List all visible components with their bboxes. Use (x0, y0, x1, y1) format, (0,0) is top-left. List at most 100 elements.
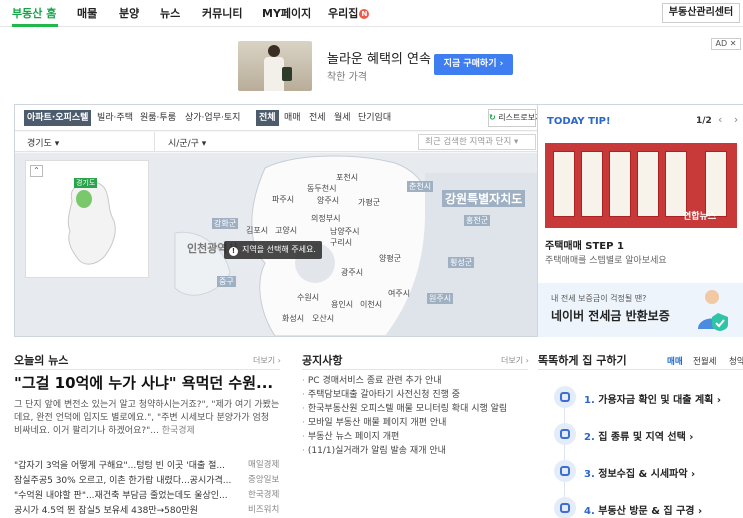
today-tip-card-desc: 주택매매를 스텝별로 알아보세요 (545, 256, 667, 266)
map-label-hwaseong[interactable]: 화성시 (282, 313, 304, 324)
notice-item[interactable]: 부동산 뉴스 페이지 개편 (302, 429, 528, 443)
nav-news[interactable]: 뉴스 (160, 5, 180, 21)
map-label-gwangju[interactable]: 광주시 (341, 267, 363, 278)
step-icon (554, 386, 576, 408)
map-label-paju[interactable]: 파주시 (272, 194, 294, 205)
notice-divider (302, 369, 528, 370)
map-label-gangwon[interactable]: 강원특별자치도 (442, 190, 526, 207)
notice-item[interactable]: 한국부동산원 오피스텔 매물 모니터링 확대 시행 알림 (302, 401, 528, 415)
map-label-dongducheon[interactable]: 동두천시 (307, 183, 336, 194)
nav-myhome[interactable]: 우리집 N (328, 5, 370, 21)
tab-villa-house[interactable]: 빌라·주택 (97, 110, 133, 126)
realestate-center-button[interactable]: 부동산관리센터 (662, 3, 740, 23)
ad-buy-button[interactable]: 지금 구매하기 › (434, 54, 513, 75)
ad-photo (238, 41, 312, 91)
notice-item[interactable]: 모바일 부동산 매물 페이지 개편 안내 (302, 415, 528, 429)
map-label-suwon[interactable]: 수원시 (297, 292, 319, 303)
nav-mypage[interactable]: MY페이지 (262, 5, 311, 21)
notice-item[interactable]: 주택담보대출 갈아타기 사전신청 진행 중 (302, 387, 528, 401)
news-item[interactable]: 잠실주공5 30% 오르고, 이촌 한가람 내렸다...공시가격... 중앙일보 (14, 473, 280, 488)
sale-sign-card (705, 151, 727, 217)
nav-presale[interactable]: 분양 (119, 5, 139, 21)
map-label-yangpyeong[interactable]: 양평군 (379, 253, 401, 264)
jeonse-guarantee-banner[interactable]: 내 전세 보증금이 걱정될 땐? 네이버 전세금 반환보증 (538, 283, 743, 337)
active-tab-indicator (12, 24, 58, 27)
tab-deal-all[interactable]: 전체 (256, 110, 279, 126)
today-tip-page: 1/2 (696, 116, 712, 126)
map-label-yangju[interactable]: 양주시 (317, 195, 339, 206)
new-badge: N (359, 9, 370, 19)
ad-mark[interactable]: AD ✕ (711, 38, 741, 50)
map-label-uijeongbu[interactable]: 의정부시 (311, 213, 340, 224)
city-select[interactable]: 시/군/구 ▾ (168, 136, 206, 149)
news-item[interactable]: "수억원 내야할 판"...재건축 부담금 줄었는데도 울상인... 한국경제 (14, 488, 280, 503)
minimap-gyeonggi-label: 경기도 (74, 178, 98, 188)
tab-commercial-land[interactable]: 상가·업무·토지 (185, 110, 240, 126)
map-label-namyangju[interactable]: 남양주시 (330, 226, 359, 237)
house-step[interactable]: 3. 정보수집 & 시세파악 › (538, 456, 743, 493)
news-item-title: 공시가 4.5억 뛴 잠실5 보유세 438만→580만원 (14, 506, 198, 516)
news-summary-source: 한국경제 (161, 426, 195, 436)
map-label-goyang[interactable]: 고양시 (275, 225, 297, 236)
map-label-wonju[interactable]: 원주시 (427, 293, 454, 304)
mini-map[interactable]: ⌃ 경기도 (25, 160, 149, 278)
map-label-gimpo[interactable]: 김포시 (246, 225, 268, 236)
nav-listings[interactable]: 매물 (77, 5, 97, 21)
notice-more-link[interactable]: 더보기 › (501, 355, 529, 366)
nav-myhome-label: 우리집 (328, 7, 359, 20)
tab-oneroom-tworoom[interactable]: 원룸·투룸 (140, 110, 176, 126)
step-number: 3. (584, 469, 595, 480)
news-headline[interactable]: "그걸 10억에 누가 사냐" 욕먹던 수원... (14, 372, 273, 393)
map-label-junggu[interactable]: 중구 (217, 276, 236, 287)
province-select[interactable]: 경기도 ▾ (27, 136, 59, 149)
news-more-link[interactable]: 더보기 › (253, 355, 281, 366)
map-label-pocheon[interactable]: 포천시 (336, 172, 358, 183)
house-step[interactable]: 1. 가용자금 확인 및 대출 계획 › (538, 382, 743, 419)
news-item[interactable]: 공시가 4.5억 뛴 잠실5 보유세 438만→580만원 비즈워치 (14, 503, 280, 518)
tab-apartment-officetel[interactable]: 아파트·오피스텔 (24, 110, 92, 126)
map-label-guri[interactable]: 구리시 (330, 237, 352, 248)
house-tab-sale[interactable]: 매매 (667, 355, 683, 367)
recent-search-dropdown[interactable]: 최근 검색한 지역과 단지 ▾ (418, 134, 536, 150)
map-label-yongin[interactable]: 용인시 (331, 299, 353, 310)
ad-subtitle: 착한 가격 (327, 72, 367, 83)
today-tip-image[interactable]: 연합뉴스 (545, 143, 737, 228)
province-select-label: 경기도 (27, 139, 52, 149)
today-tip-card-title[interactable]: 주택매매 STEP 1 (545, 237, 624, 252)
today-tip-panel: TODAY TIP! 1/2 ‹ › 연합뉴스 주택매매 STEP 1 주택매매… (538, 104, 743, 337)
house-tab-jeonse-monthly[interactable]: 전월세 (693, 355, 716, 367)
map-label-osan[interactable]: 오산시 (312, 313, 334, 324)
notice-item[interactable]: PC 경매서비스 종료 관련 추가 안내 (302, 373, 528, 387)
house-step[interactable]: 4. 부동산 방문 & 집 구경 › (538, 493, 743, 518)
map-label-hongcheon[interactable]: 홍천군 (464, 215, 491, 226)
notice-item[interactable]: (11/1)실거래가 알림 발송 재개 안내 (302, 443, 528, 457)
map-label-gapyeong[interactable]: 가평군 (358, 197, 380, 208)
list-view-button[interactable]: ↻ 리스트로보기 (488, 109, 537, 127)
recent-search-label: 최근 검색한 지역과 단지 (425, 137, 512, 147)
house-section-title: 똑똑하게 집 구하기 (538, 354, 627, 367)
news-summary[interactable]: 그 단지 앞에 변전소 있는거 알고 청약하시는거죠?", "제가 여기 가봤는… (14, 399, 280, 438)
caret-down-icon: ▾ (54, 139, 60, 149)
tab-deal-monthly[interactable]: 월세 (334, 110, 351, 126)
nav-home[interactable]: 부동산 홈 (12, 5, 56, 21)
house-steps: 1. 가용자금 확인 및 대출 계획 › 2. 집 종류 및 지역 선택 › 3… (538, 382, 743, 518)
news-section-title: 오늘의 뉴스 (14, 354, 69, 367)
tab-deal-jeonse[interactable]: 전세 (309, 110, 326, 126)
tab-deal-sale[interactable]: 매매 (284, 110, 301, 126)
ad-banner[interactable]: AD ✕ 놀라운 혜택의 연속 착한 가격 지금 구매하기 › (0, 33, 743, 97)
nav-community[interactable]: 커뮤니티 (202, 5, 242, 21)
house-tab-subscription[interactable]: 청약 (729, 355, 743, 367)
map-label-hoengseong[interactable]: 횡성군 (448, 257, 475, 268)
map-label-chuncheon[interactable]: 춘천시 (407, 181, 434, 192)
house-step[interactable]: 2. 집 종류 및 지역 선택 › (538, 419, 743, 456)
yonhap-watermark: 연합뉴스 (683, 212, 717, 222)
map-label-yeoju[interactable]: 여주시 (388, 288, 410, 299)
news-item[interactable]: "갑자기 3억을 어떻게 구해요"...텅텅 빈 이곳 '대출 절... 매일경제 (14, 458, 280, 473)
news-item-source: 매일경제 (248, 460, 280, 470)
filter-divider (154, 132, 155, 152)
tab-deal-shortterm[interactable]: 단기임대 (358, 110, 391, 126)
map-label-ganghwa[interactable]: 강화군 (212, 218, 239, 229)
map-label-icheon[interactable]: 이천시 (360, 299, 382, 310)
region-filter-row: 경기도 ▾ 시/군/구 ▾ 최근 검색한 지역과 단지 ▾ (15, 132, 537, 152)
today-tip-pager-arrows[interactable]: ‹ › (718, 113, 742, 126)
